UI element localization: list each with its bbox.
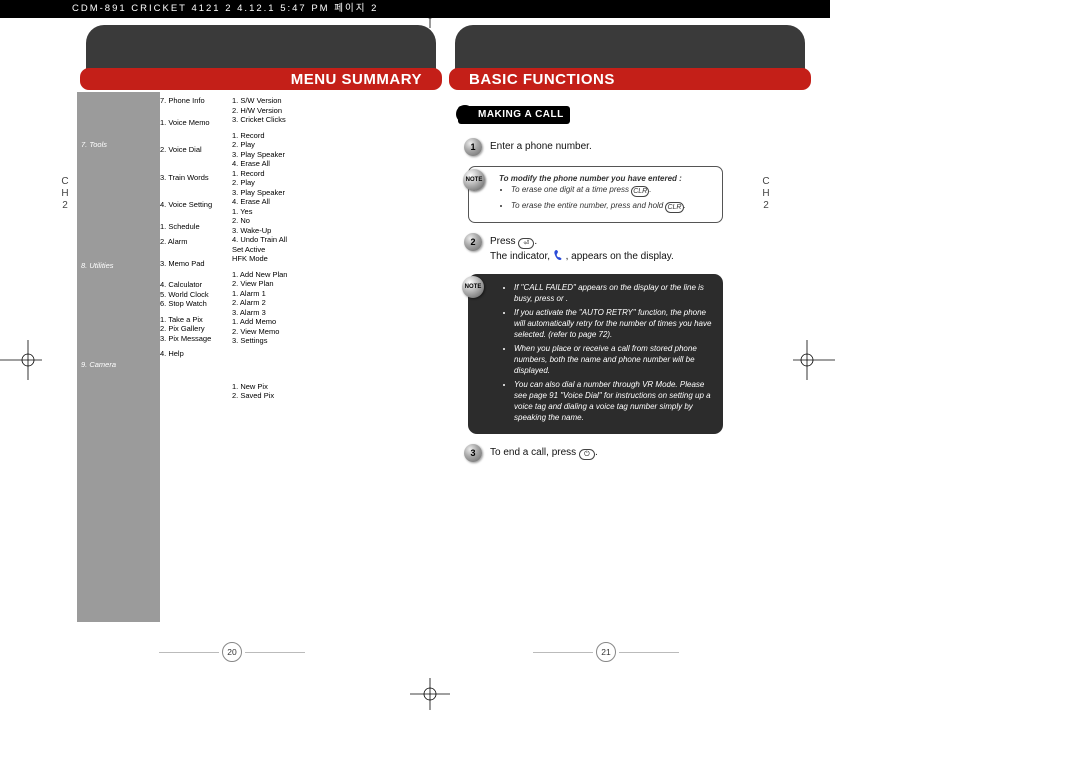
menu-item: 3. Play Speaker	[232, 188, 324, 198]
page-number-right: 21	[596, 642, 616, 662]
menu-item: 2. Voice Dial	[160, 145, 232, 155]
right-panel-header: BASIC FUNCTIONS	[455, 25, 805, 90]
menu-item: 3. Train Words	[160, 173, 232, 183]
menu-item: 3. Settings	[232, 336, 324, 346]
menu-item: 2. Play	[232, 140, 324, 150]
menu-item: 1. Record	[232, 169, 324, 179]
section-camera: 9. Camera	[81, 360, 160, 369]
menu-item: 2. Saved Pix	[232, 391, 324, 401]
step-number-icon: 1	[464, 138, 482, 156]
menu-item: 2. No	[232, 216, 324, 226]
menu-item: 4. Erase All	[232, 159, 324, 169]
menu-item: 7. Phone Info	[160, 96, 232, 106]
menu-item: 3. Cricket Clicks	[232, 115, 324, 125]
menu-item: 3. Memo Pad	[160, 259, 232, 269]
menu-item: 4. Help	[160, 349, 232, 359]
menu-item: 1. Schedule	[160, 222, 232, 232]
menu-item: 1. Add New Plan	[232, 270, 324, 280]
clear-key-icon: CLR	[665, 202, 683, 213]
print-header: CDM-891 CRICKET 4121 2 4.12.1 5:47 PM 페이…	[0, 0, 830, 18]
menu-sections-sidebar: 7. Tools 8. Utilities 9. Camera	[77, 92, 160, 622]
step-1: 1 Enter a phone number.	[464, 138, 768, 156]
menu-item: 1. New Pix	[232, 382, 324, 392]
menu-column-1: 7. Phone Info 1. Voice Memo 2. Voice Dial 3…	[160, 92, 232, 401]
menu-item: 1. Record	[232, 131, 324, 141]
menu-item: 1. Alarm 1	[232, 289, 324, 299]
section-tools: 7. Tools	[81, 140, 160, 149]
note-icon: NOTE	[462, 276, 484, 298]
step-number-icon: 3	[464, 444, 482, 462]
menu-column-2: 1. S/W Version2. H/W Version3. Cricket C…	[232, 92, 324, 401]
menu-item: 4. Undo Train All	[232, 235, 324, 245]
left-page-title: MENU SUMMARY	[86, 71, 436, 88]
step-number-icon: 2	[464, 233, 482, 251]
menu-item: 1. Yes	[232, 207, 324, 217]
note-icon: NOTE	[463, 169, 485, 191]
menu-item: 3. Pix Message	[160, 334, 232, 344]
menu-item: 2. H/W Version	[232, 106, 324, 116]
page-number-left: 20	[222, 642, 242, 662]
menu-item: 5. World Clock	[160, 290, 232, 300]
basic-functions-content: MAKING A CALL 1 Enter a phone number. NO…	[458, 92, 768, 622]
menu-item: 1. Take a Pix	[160, 315, 232, 325]
clear-key-icon: CLR	[631, 186, 649, 197]
menu-item: HFK Mode	[232, 254, 324, 264]
menu-item: 1. S/W Version	[232, 96, 324, 106]
menu-item: 1. Voice Memo	[160, 118, 232, 128]
left-panel-header: MENU SUMMARY	[86, 25, 436, 90]
send-key-icon: ⏎	[518, 238, 534, 249]
menu-item: 4. Voice Setting	[160, 200, 232, 210]
menu-item: 3. Wake-Up	[232, 226, 324, 236]
step-3: 3 To end a call, press ⏻.	[464, 444, 768, 462]
chapter-label-left: CH2	[59, 176, 71, 212]
menu-item: 3. Alarm 3	[232, 308, 324, 318]
menu-item: 3. Play Speaker	[232, 150, 324, 160]
menu-item: 4. Erase All	[232, 197, 324, 207]
menu-item: 2. View Plan	[232, 279, 324, 289]
section-utilities: 8. Utilities	[81, 261, 160, 270]
section-making-a-call: MAKING A CALL	[458, 106, 570, 124]
menu-item: 2. Play	[232, 178, 324, 188]
handset-icon	[553, 249, 563, 261]
menu-item: 4. Calculator	[160, 280, 232, 290]
menu-item: 2. Alarm	[160, 237, 232, 247]
menu-item: 2. Alarm 2	[232, 298, 324, 308]
menu-summary-content: 7. Tools 8. Utilities 9. Camera 7. Phone…	[77, 92, 437, 622]
note-call-tips: NOTE If "CALL FAILED" appears on the dis…	[468, 274, 723, 434]
menu-item: Set Active	[232, 245, 324, 255]
menu-item: 2. View Memo	[232, 327, 324, 337]
menu-item: 2. Pix Gallery	[160, 324, 232, 334]
right-page-title: BASIC FUNCTIONS	[455, 71, 805, 88]
step-2: 2 Press ⏎. The indicator, , appears on t…	[464, 233, 768, 264]
note-modify-number: NOTE To modify the phone number you have…	[468, 166, 723, 223]
end-key-icon: ⏻	[579, 449, 595, 460]
menu-item: 6. Stop Watch	[160, 299, 232, 309]
menu-item: 1. Add Memo	[232, 317, 324, 327]
